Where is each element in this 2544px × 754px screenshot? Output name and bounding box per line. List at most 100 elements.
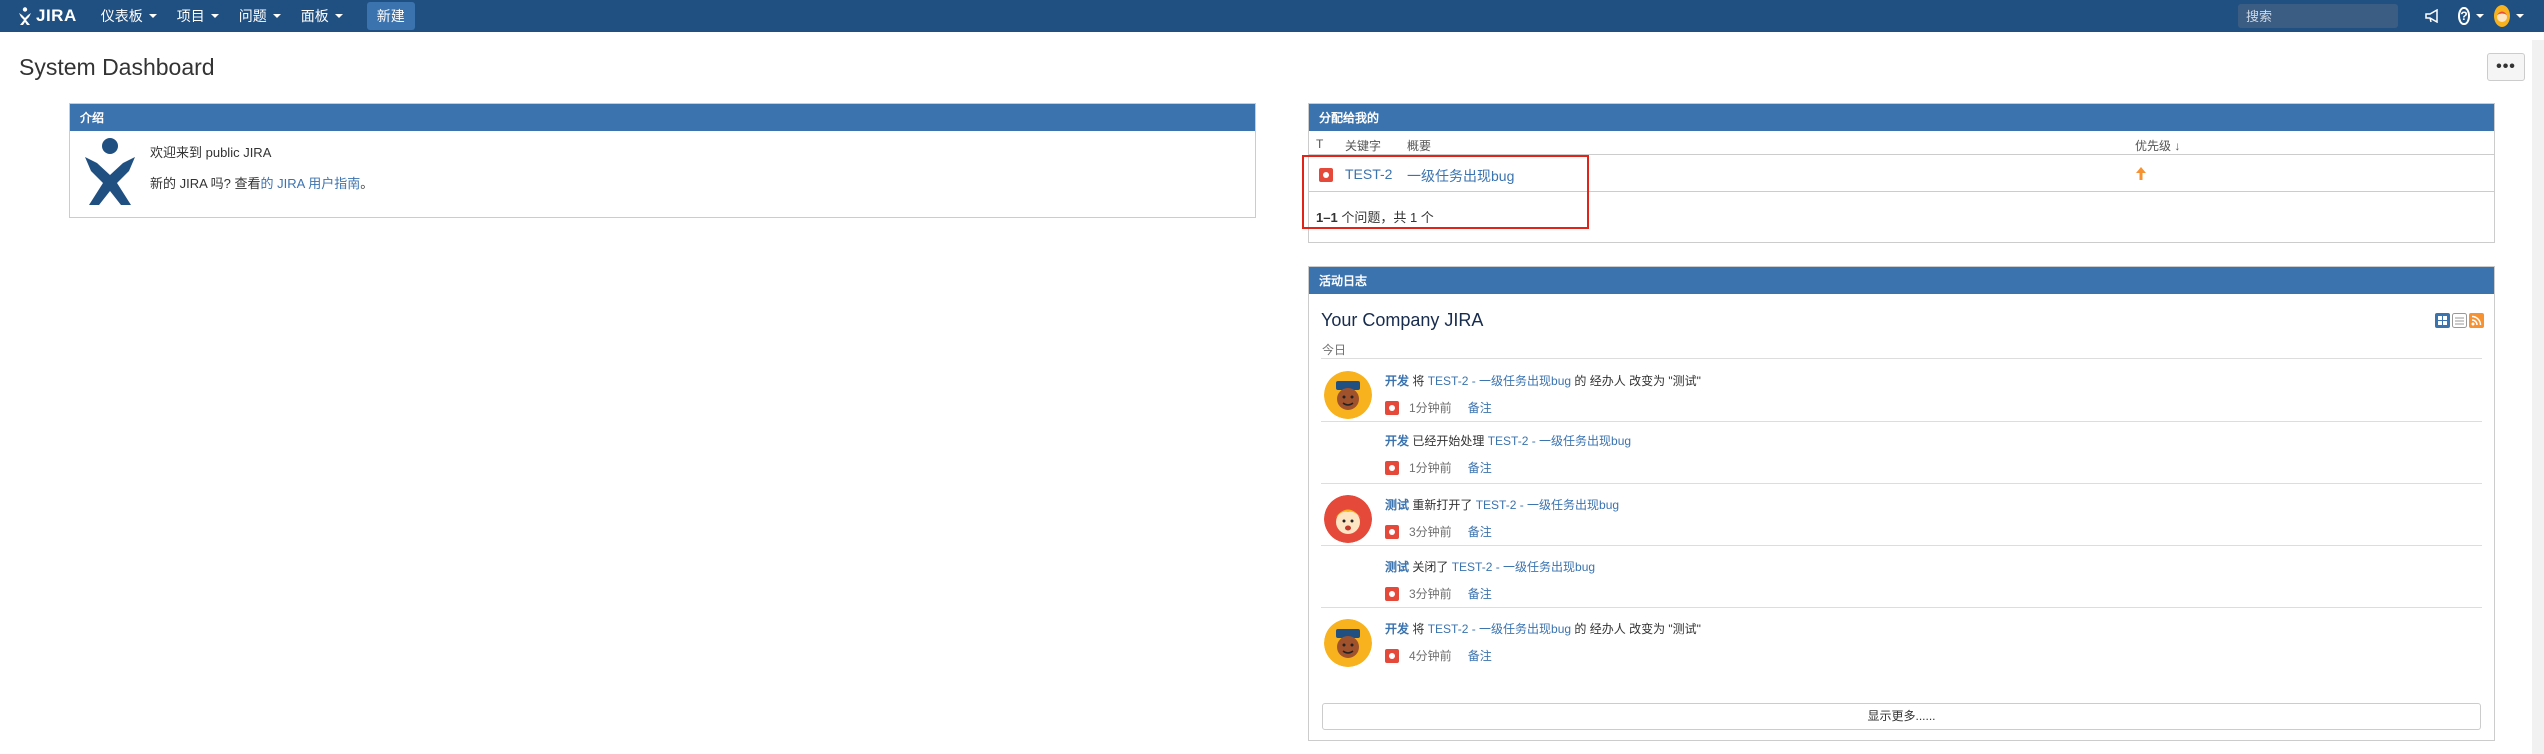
chevron-down-icon — [334, 14, 343, 18]
nav-projects-label: 项目 — [176, 8, 205, 24]
user-menu[interactable] — [2494, 5, 2524, 27]
activity-gadget-header: 活动日志 — [1309, 267, 2494, 294]
activity-detail: 的 经办人 改变为 "测试" — [1571, 374, 1701, 388]
activity-entry-text: 开发 已经开始处理 TEST-2 - 一级任务出现bug — [1385, 432, 1631, 449]
chevron-down-icon — [210, 14, 219, 18]
chevron-down-icon — [272, 14, 281, 18]
priority-high-arrow-icon — [2136, 167, 2146, 180]
issue-link[interactable]: TEST-2 - 一级任务出现bug — [1428, 374, 1571, 388]
activity-entry-text: 测试 关闭了 TEST-2 - 一级任务出现bug — [1385, 558, 1595, 575]
chevron-down-icon — [148, 14, 157, 18]
activity-stream-gadget: 活动日志 Your Company JIRA 今日 开发 将 TEST-2 - … — [1308, 266, 2495, 741]
issue-link[interactable]: TEST-2 - 一级任务出现bug — [1488, 434, 1631, 448]
column-key[interactable]: 关键字 — [1345, 137, 1381, 154]
intro-body: 欢迎来到 public JIRA 新的 JIRA 吗? 查看的 JIRA 用户指… — [70, 131, 1255, 221]
issue-link[interactable]: TEST-2 - 一级任务出现bug — [1452, 560, 1595, 574]
assigned-gadget-header: 分配给我的 — [1309, 104, 2494, 131]
more-options-button[interactable]: ••• — [2487, 53, 2525, 81]
nav-dashboards-label: 仪表板 — [100, 8, 143, 24]
user-avatar — [2494, 5, 2510, 27]
issue-link[interactable]: TEST-2 - 一级任务出现bug — [1476, 498, 1619, 512]
activity-stream-title: Your Company JIRA — [1321, 310, 1484, 330]
help-menu[interactable]: ? — [2458, 5, 2484, 27]
rss-feed-icon[interactable] — [2469, 313, 2484, 328]
nav-issues-label: 问题 — [238, 8, 267, 24]
activity-meta: 3分钟前 备注 — [1385, 585, 1492, 602]
actor-link[interactable]: 测试 — [1385, 498, 1409, 512]
comment-link[interactable]: 备注 — [1468, 399, 1492, 416]
bug-icon — [1385, 460, 1399, 475]
timestamp: 1分钟前 — [1409, 461, 1452, 475]
sort-down-arrow-icon: ↓ — [2174, 139, 2181, 153]
timestamp: 3分钟前 — [1409, 525, 1452, 539]
create-button[interactable]: 新建 — [366, 2, 415, 30]
intro-guide-prefix: 新的 JIRA 吗? 查看 — [150, 176, 261, 191]
page-scrollbar[interactable] — [2532, 40, 2544, 754]
search-input[interactable] — [2246, 8, 2422, 24]
user-guide-link[interactable]: 的 JIRA 用户指南 — [261, 176, 361, 191]
issue-link[interactable]: TEST-2 - 一级任务出现bug — [1428, 622, 1571, 636]
announcement-icon[interactable] — [2422, 5, 2444, 27]
search-box — [2238, 4, 2422, 28]
actor-link[interactable]: 开发 — [1385, 374, 1409, 388]
help-icon: ? — [2458, 7, 2470, 25]
timestamp: 3分钟前 — [1409, 587, 1452, 601]
page-title: System Dashboard — [19, 54, 215, 80]
divider — [1321, 358, 2482, 359]
intro-gadget: 介绍 欢迎来到 public JIRA 新的 JIRA 吗? 查看的 JIRA … — [69, 103, 1256, 218]
comment-link[interactable]: 备注 — [1468, 585, 1492, 602]
activity-entry: 开发 已经开始处理 TEST-2 - 一级任务出现bug 1分钟前 备注 — [1309, 422, 2494, 484]
actor-link[interactable]: 开发 — [1385, 622, 1409, 636]
activity-verb: 关闭了 — [1409, 560, 1452, 574]
full-view-icon[interactable] — [2435, 313, 2450, 328]
date-section-label: 今日 — [1322, 343, 1347, 357]
intro-guide-suffix: 。 — [360, 176, 374, 191]
column-summary[interactable]: 概要 — [1407, 137, 1431, 154]
list-view-icon[interactable] — [2452, 313, 2467, 328]
intro-guide-text: 新的 JIRA 吗? 查看的 JIRA 用户指南。 — [150, 173, 373, 192]
activity-entry-text: 开发 将 TEST-2 - 一级任务出现bug 的 经办人 改变为 "测试" — [1385, 372, 1701, 389]
activity-meta: 4分钟前 备注 — [1385, 647, 1492, 664]
jira-logo[interactable]: JIRA — [18, 6, 77, 26]
activity-meta: 3分钟前 备注 — [1385, 523, 1492, 540]
logo-text: JIRA — [36, 6, 77, 25]
timestamp: 1分钟前 — [1409, 401, 1452, 415]
intro-welcome-text: 欢迎来到 public JIRA — [150, 145, 272, 160]
column-type[interactable]: T — [1316, 137, 1323, 151]
header-tools: ? — [2238, 0, 2544, 32]
nav-projects[interactable]: 项目 — [177, 6, 219, 26]
bug-icon — [1385, 586, 1399, 601]
actor-link[interactable]: 测试 — [1385, 560, 1409, 574]
nav-dashboards[interactable]: 仪表板 — [101, 6, 157, 26]
bug-icon — [1385, 400, 1399, 415]
activity-meta: 1分钟前 备注 — [1385, 459, 1492, 476]
activity-entry: 开发 将 TEST-2 - 一级任务出现bug 的 经办人 改变为 "测试" 4… — [1309, 608, 2494, 670]
actor-link[interactable]: 开发 — [1385, 434, 1409, 448]
activity-detail: 的 经办人 改变为 "测试" — [1571, 622, 1701, 636]
activity-meta: 1分钟前 备注 — [1385, 399, 1492, 416]
activity-entry-text: 开发 将 TEST-2 - 一级任务出现bug 的 经办人 改变为 "测试" — [1385, 620, 1701, 637]
comment-link[interactable]: 备注 — [1468, 459, 1492, 476]
intro-gadget-header: 介绍 — [70, 104, 1255, 131]
timestamp: 4分钟前 — [1409, 649, 1452, 663]
top-navigation-bar: JIRA 仪表板 项目 问题 面板 新建 ? — [0, 0, 2544, 32]
activity-entry: 开发 将 TEST-2 - 一级任务出现bug 的 经办人 改变为 "测试" 1… — [1309, 360, 2494, 422]
bug-icon — [1385, 648, 1399, 663]
developer-avatar[interactable] — [1324, 619, 1372, 667]
column-priority[interactable]: 优先级 ↓ — [2135, 137, 2180, 154]
tester-avatar[interactable] — [1324, 495, 1372, 543]
comment-link[interactable]: 备注 — [1468, 523, 1492, 540]
column-priority-label: 优先级 — [2135, 139, 2172, 153]
jira-logo-icon — [19, 7, 31, 25]
nav-boards[interactable]: 面板 — [301, 6, 343, 26]
activity-verb: 将 — [1409, 622, 1428, 636]
show-more-button[interactable]: 显示更多...... — [1322, 703, 2481, 730]
comment-link[interactable]: 备注 — [1468, 647, 1492, 664]
activity-entry: 测试 重新打开了 TEST-2 - 一级任务出现bug 3分钟前 备注 — [1309, 484, 2494, 546]
developer-avatar[interactable] — [1324, 371, 1372, 419]
activity-entry: 测试 关闭了 TEST-2 - 一级任务出现bug 3分钟前 备注 — [1309, 546, 2494, 608]
chevron-down-icon — [2516, 14, 2524, 18]
activity-verb: 已经开始处理 — [1409, 434, 1488, 448]
nav-issues[interactable]: 问题 — [239, 6, 281, 26]
activity-verb: 将 — [1409, 374, 1428, 388]
